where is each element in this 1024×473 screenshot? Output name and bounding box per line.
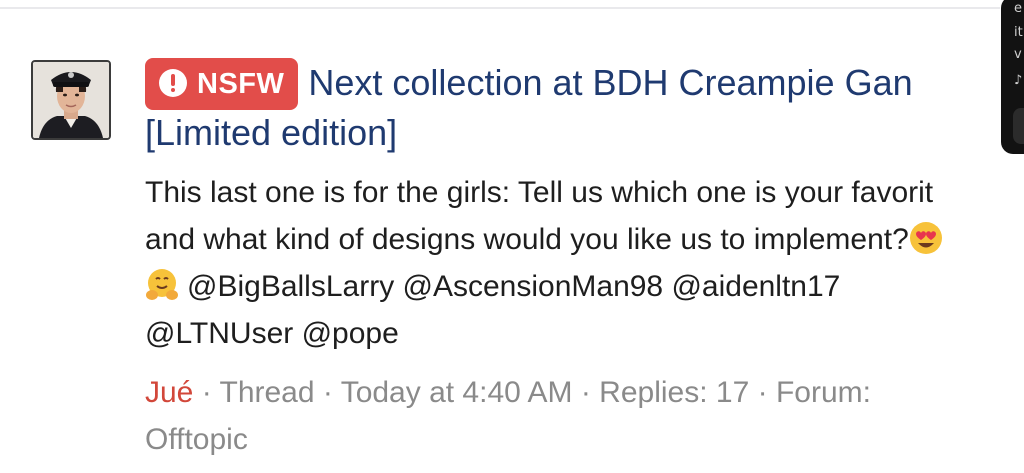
nsfw-badge: NSFW	[145, 58, 299, 110]
page: NSFW Next collection at BDH Creampie Gan …	[0, 0, 1024, 473]
author-link[interactable]: Jué	[145, 376, 193, 409]
thread-content: NSFW Next collection at BDH Creampie Gan …	[145, 55, 1024, 463]
avatar[interactable]	[31, 60, 111, 140]
heart-eyes-emoji-icon	[909, 222, 942, 255]
meta-separator: ·	[572, 376, 600, 409]
overlay-text: v	[1014, 47, 1022, 62]
thread-list-item[interactable]: NSFW Next collection at BDH Creampie Gan …	[0, 0, 1024, 473]
thread-title[interactable]: NSFW Next collection at BDH Creampie Gan	[145, 55, 1024, 111]
meta-separator: ·	[193, 376, 220, 409]
reply-count: Replies: 17	[599, 376, 750, 409]
thread-title-link[interactable]: Next collection at BDH Creampie Gan	[308, 62, 912, 103]
snippet-line: @BigBallsLarry @AscensionMan98 @aidenltn…	[145, 263, 1024, 310]
mentions[interactable]: @LTNUser @pope	[145, 310, 1024, 357]
mentions[interactable]: @BigBallsLarry @AscensionMan98 @aidenltn…	[187, 270, 840, 303]
overlay-button[interactable]	[1013, 108, 1024, 144]
badge-label: NSFW	[197, 68, 285, 100]
media-notification-overlay[interactable]: e it v ♪	[1001, 0, 1024, 154]
snippet-line: and what kind of designs would you like …	[145, 216, 1024, 263]
thread-time[interactable]: Today at 4:40 AM	[341, 376, 573, 409]
thread-meta: Jué · Thread · Today at 4:40 AM · Replie…	[145, 369, 945, 463]
thread-type: Thread	[219, 376, 315, 409]
exclamation-circle-icon	[159, 68, 187, 97]
overlay-text: e	[1014, 1, 1022, 16]
snippet-line: This last one is for the girls: Tell us …	[145, 176, 934, 209]
music-note-icon: ♪	[1014, 73, 1023, 88]
overlay-text: it	[1014, 25, 1023, 40]
hugging-face-emoji-icon	[146, 269, 178, 301]
meta-separator: ·	[314, 376, 341, 409]
thread-snippet: This last one is for the girls: Tell us …	[145, 169, 1024, 357]
meta-separator: ·	[749, 376, 776, 409]
snippet-text: and what kind of designs would you like …	[145, 223, 909, 256]
thread-title-continued[interactable]: [Limited edition]	[145, 109, 1024, 157]
avatar-image	[33, 62, 109, 138]
